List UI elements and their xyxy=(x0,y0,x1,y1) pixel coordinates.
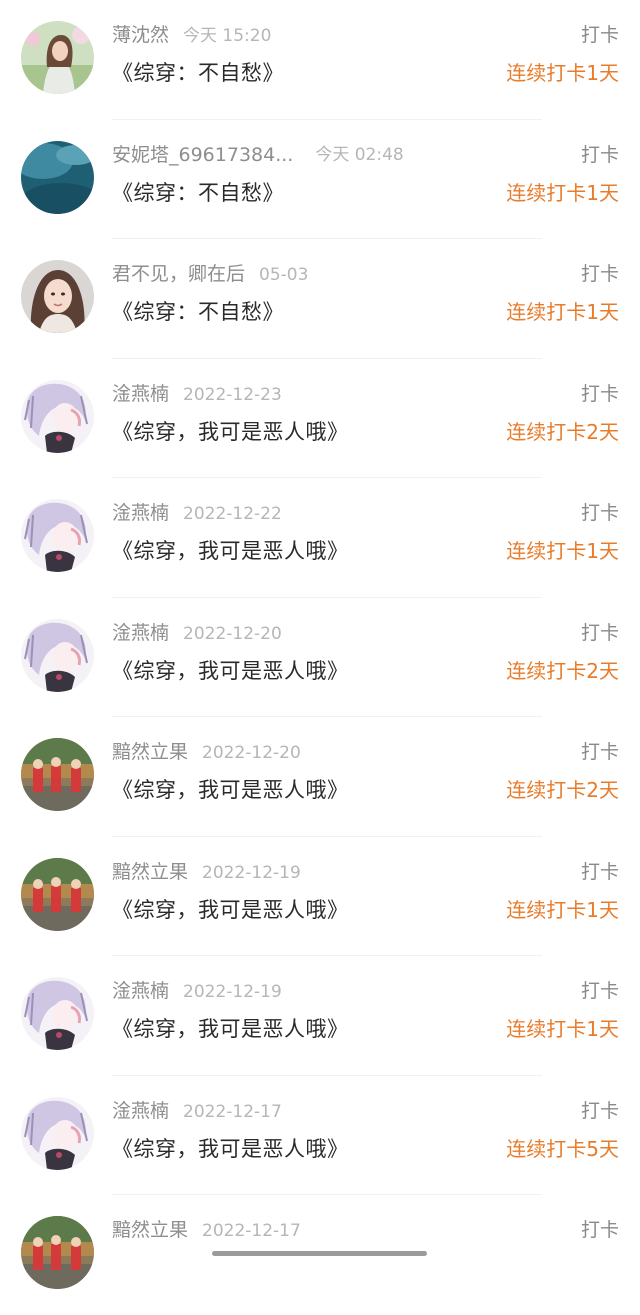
streak-label: 连续打卡1天 xyxy=(506,300,619,324)
list-item[interactable]: 安妮塔_69617384... 今天 02:48 《综穿：不自愁》 打卡 连续打卡… xyxy=(0,120,640,239)
user-name[interactable]: 淦燕楠 xyxy=(112,1100,169,1122)
blue-abstract-avatar xyxy=(21,140,94,214)
user-name[interactable]: 安妮塔_69617384... xyxy=(112,142,293,168)
post-time: 2022-12-19 xyxy=(183,982,282,1002)
anime-girl-avatar xyxy=(21,618,94,692)
streak-label: 连续打卡1天 xyxy=(506,180,619,205)
avatar[interactable] xyxy=(21,1216,94,1289)
action-label: 打卡 xyxy=(580,382,619,405)
user-name[interactable]: 君不见，卿在后 xyxy=(112,263,245,285)
post-time: 2022-12-17 xyxy=(202,1221,301,1241)
list-item[interactable]: 君不见，卿在后 05-03 《综穿：不自愁》 打卡 连续打卡1天 xyxy=(0,239,640,359)
list-item[interactable]: 淦燕楠 2022-12-23 《综穿，我可是恶人哦》 打卡 连续打卡2天 xyxy=(0,359,640,478)
avatar[interactable] xyxy=(21,1096,94,1170)
avatar[interactable] xyxy=(21,977,94,1050)
user-name[interactable]: 薄沈然 xyxy=(112,24,169,46)
avatar[interactable] xyxy=(21,857,94,931)
avatar[interactable] xyxy=(21,379,94,453)
action-label: 打卡 xyxy=(580,1099,619,1122)
user-name[interactable]: 黯然立果 xyxy=(112,861,188,883)
streak-label: 连续打卡5天 xyxy=(506,1136,619,1161)
post-time: 2022-12-23 xyxy=(183,384,282,405)
book-title[interactable]: 《综穿，我可是恶人哦》 xyxy=(112,416,349,448)
user-name[interactable]: 黯然立果 xyxy=(112,1219,188,1241)
list-item[interactable]: 淦燕楠 2022-12-22 《综穿，我可是恶人哦》 打卡 连续打卡1天 xyxy=(0,478,640,598)
anime-girl-avatar xyxy=(21,977,94,1050)
action-label: 打卡 xyxy=(580,741,619,763)
book-title[interactable]: 《综穿，我可是恶人哦》 xyxy=(112,1013,349,1045)
post-time: 2022-12-17 xyxy=(183,1101,282,1122)
post-time: 2022-12-20 xyxy=(202,743,301,763)
checkin-feed: 薄沈然 今天 15:20 《综穿：不自愁》 打卡 连续打卡1天 安妮塔_69617… xyxy=(0,0,640,1315)
user-name[interactable]: 淦燕楠 xyxy=(112,622,169,644)
home-indicator[interactable] xyxy=(212,1251,427,1256)
anime-girl-avatar xyxy=(21,1096,94,1170)
streak-label: 连续打卡2天 xyxy=(506,778,619,802)
streak-label: 连续打卡1天 xyxy=(506,897,619,922)
streak-label: 连续打卡2天 xyxy=(506,658,619,683)
anime-girl-avatar xyxy=(21,379,94,453)
book-title[interactable]: 《综穿：不自愁》 xyxy=(112,57,284,89)
user-name[interactable]: 黯然立果 xyxy=(112,741,188,763)
book-title[interactable]: 《综穿：不自愁》 xyxy=(112,177,284,209)
anime-girl-avatar xyxy=(21,499,94,572)
avatar[interactable] xyxy=(21,738,94,811)
user-name[interactable]: 淦燕楠 xyxy=(112,980,169,1002)
action-label: 打卡 xyxy=(580,1219,619,1241)
action-label: 打卡 xyxy=(580,502,619,524)
list-item[interactable]: 淦燕楠 2022-12-20 《综穿，我可是恶人哦》 打卡 连续打卡2天 xyxy=(0,598,640,717)
avatar[interactable] xyxy=(21,499,94,572)
book-title[interactable]: 《综穿，我可是恶人哦》 xyxy=(112,1133,349,1165)
avatar[interactable] xyxy=(21,21,94,94)
woman-field-avatar xyxy=(21,21,94,94)
post-time: 2022-12-22 xyxy=(183,504,282,524)
book-title[interactable]: 《综穿，我可是恶人哦》 xyxy=(112,894,349,926)
action-label: 打卡 xyxy=(580,263,619,285)
book-title[interactable]: 《综穿，我可是恶人哦》 xyxy=(112,535,349,567)
list-item[interactable]: 淦燕楠 2022-12-19 《综穿，我可是恶人哦》 打卡 连续打卡1天 xyxy=(0,956,640,1076)
group-photo-avatar xyxy=(21,857,94,931)
action-label: 打卡 xyxy=(580,860,619,883)
avatar[interactable] xyxy=(21,140,94,214)
post-time: 今天 02:48 xyxy=(315,144,404,165)
action-label: 打卡 xyxy=(580,621,619,644)
streak-label: 连续打卡2天 xyxy=(506,419,619,444)
action-label: 打卡 xyxy=(580,143,619,166)
group-photo-avatar xyxy=(21,738,94,811)
post-time: 05-03 xyxy=(259,265,309,285)
list-item[interactable]: 黯然立果 2022-12-20 《综穿，我可是恶人哦》 打卡 连续打卡2天 xyxy=(0,717,640,837)
list-item[interactable]: 薄沈然 今天 15:20 《综穿：不自愁》 打卡 连续打卡1天 xyxy=(0,0,640,120)
post-time: 2022-12-20 xyxy=(183,623,282,644)
group-photo-avatar xyxy=(21,1216,94,1289)
action-label: 打卡 xyxy=(580,980,619,1002)
avatar[interactable] xyxy=(21,260,94,333)
post-time: 今天 15:20 xyxy=(183,26,272,46)
user-name[interactable]: 淦燕楠 xyxy=(112,502,169,524)
list-item[interactable]: 黯然立果 2022-12-19 《综穿，我可是恶人哦》 打卡 连续打卡1天 xyxy=(0,837,640,956)
user-name[interactable]: 淦燕楠 xyxy=(112,383,169,405)
action-label: 打卡 xyxy=(580,24,619,46)
post-time: 2022-12-19 xyxy=(202,862,301,883)
book-title[interactable]: 《综穿，我可是恶人哦》 xyxy=(112,655,349,687)
book-title[interactable]: 《综穿，我可是恶人哦》 xyxy=(112,774,349,806)
streak-label: 连续打卡1天 xyxy=(506,61,619,85)
streak-label: 连续打卡1天 xyxy=(506,539,619,563)
woman-portrait-avatar xyxy=(21,260,94,333)
list-item[interactable]: 淦燕楠 2022-12-17 《综穿，我可是恶人哦》 打卡 连续打卡5天 xyxy=(0,1076,640,1195)
streak-label: 连续打卡1天 xyxy=(506,1017,619,1041)
avatar[interactable] xyxy=(21,618,94,692)
book-title[interactable]: 《综穿：不自愁》 xyxy=(112,296,284,328)
